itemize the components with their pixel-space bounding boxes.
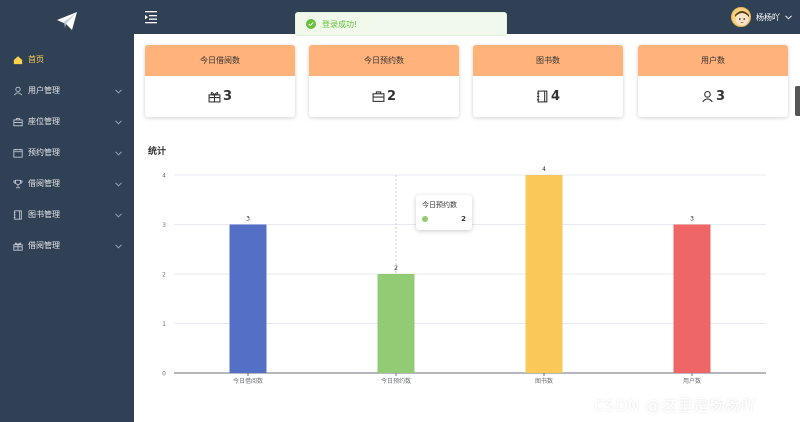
logo[interactable] <box>0 0 134 42</box>
summary-cards: 今日借阅数 3 今日预约数 2 图书数 4 用户数 3 <box>145 45 791 117</box>
bar <box>229 224 267 373</box>
x-tick-label: 图书数 <box>535 377 553 385</box>
user-icon <box>13 86 23 96</box>
card-value: 3 <box>222 89 233 104</box>
card-value: 4 <box>550 89 561 104</box>
watermark: CSDN @这里是杨杨吖 <box>594 396 757 415</box>
sidebar-item-label: 座位管理 <box>28 117 60 126</box>
user-icon <box>701 90 714 103</box>
sidebar-item-3[interactable]: 预约管理 <box>0 137 134 168</box>
gift-icon <box>208 90 221 103</box>
menu-toggle-icon[interactable] <box>145 10 157 24</box>
sidebar-item-2[interactable]: 座位管理 <box>0 106 134 137</box>
y-tick-label: 2 <box>162 272 166 279</box>
summary-card: 图书数 4 <box>473 45 623 117</box>
main-content: 今日借阅数 3 今日预约数 2 图书数 4 用户数 3 统计 0 1 2 3 4 3 今日借阅数 2 今日预约… <box>134 34 800 422</box>
chevron-down-icon <box>115 180 122 189</box>
x-tick-label: 今日借阅数 <box>233 377 263 385</box>
summary-card: 今日借阅数 3 <box>145 45 295 117</box>
sidebar-item-label: 借阅管理 <box>28 241 60 250</box>
home-icon <box>13 55 23 65</box>
chart-tooltip: 今日预约数 2 <box>416 195 472 230</box>
x-tick-label: 今日预约数 <box>381 377 411 385</box>
sidebar: 首页 用户管理 座位管理 预约管理 借阅管理 图书管理 借阅管理 <box>0 0 134 422</box>
sidebar-item-label: 图书管理 <box>28 210 60 219</box>
card-value: 2 <box>386 89 397 104</box>
bar <box>525 175 563 373</box>
sidebar-item-0[interactable]: 首页 <box>0 44 134 75</box>
gift-icon <box>13 241 23 251</box>
bar-value-label: 4 <box>542 166 546 173</box>
sidebar-item-5[interactable]: 图书管理 <box>0 199 134 230</box>
card-title: 今日预约数 <box>309 45 459 76</box>
notebook-icon <box>13 209 23 220</box>
y-tick-label: 1 <box>162 321 166 328</box>
sidebar-item-1[interactable]: 用户管理 <box>0 75 134 106</box>
y-tick-label: 4 <box>162 173 166 180</box>
summary-card: 用户数 3 <box>638 45 788 117</box>
chevron-down-icon <box>115 87 122 96</box>
bar <box>377 274 415 373</box>
avatar <box>731 7 751 27</box>
card-body: 3 <box>638 76 788 117</box>
briefcase-icon <box>372 90 385 103</box>
tooltip-title: 今日预约数 <box>422 201 457 209</box>
toast-message: 登录成功! <box>322 19 358 29</box>
card-title: 今日借阅数 <box>145 45 295 76</box>
sidebar-item-label: 借阅管理 <box>28 179 60 188</box>
sidebar-item-label: 预约管理 <box>28 148 60 157</box>
success-toast: 登录成功! <box>295 12 507 36</box>
chevron-down-icon <box>115 211 122 220</box>
sidebar-menu: 首页 用户管理 座位管理 预约管理 借阅管理 图书管理 借阅管理 <box>0 44 134 261</box>
y-tick-label: 0 <box>162 371 166 378</box>
calendar-icon <box>13 148 23 158</box>
bar-value-label: 3 <box>246 216 250 223</box>
tooltip-value: 2 <box>461 215 466 223</box>
card-body: 3 <box>145 76 295 117</box>
card-title: 图书数 <box>473 45 623 76</box>
y-tick-label: 3 <box>162 222 166 229</box>
card-value: 3 <box>715 89 726 104</box>
summary-card: 今日预约数 2 <box>309 45 459 117</box>
trophy-icon <box>13 179 23 189</box>
card-body: 2 <box>309 76 459 117</box>
x-tick-label: 用户数 <box>683 377 701 385</box>
sidebar-item-4[interactable]: 借阅管理 <box>0 168 134 199</box>
check-circle-icon <box>306 19 316 29</box>
bar <box>673 224 711 373</box>
sidebar-item-label: 首页 <box>28 55 44 64</box>
notebook-icon <box>536 90 549 103</box>
stats-title: 统计 <box>148 147 167 157</box>
chevron-down-icon <box>115 242 122 251</box>
chevron-down-icon <box>785 14 792 20</box>
briefcase-icon <box>13 117 23 127</box>
sidebar-item-6[interactable]: 借阅管理 <box>0 230 134 261</box>
chevron-down-icon <box>115 118 122 127</box>
sidebar-item-label: 用户管理 <box>28 86 60 95</box>
chevron-down-icon <box>115 149 122 158</box>
tooltip-series-dot <box>422 216 428 222</box>
card-body: 4 <box>473 76 623 117</box>
bar-value-label: 2 <box>394 265 398 272</box>
card-title: 用户数 <box>638 45 788 76</box>
username: 杨杨吖 <box>756 12 780 22</box>
paper-plane-icon <box>57 12 77 30</box>
settings-drawer-tab[interactable] <box>795 86 800 116</box>
user-dropdown[interactable]: 杨杨吖 <box>731 6 792 28</box>
bar-value-label: 3 <box>690 216 694 223</box>
